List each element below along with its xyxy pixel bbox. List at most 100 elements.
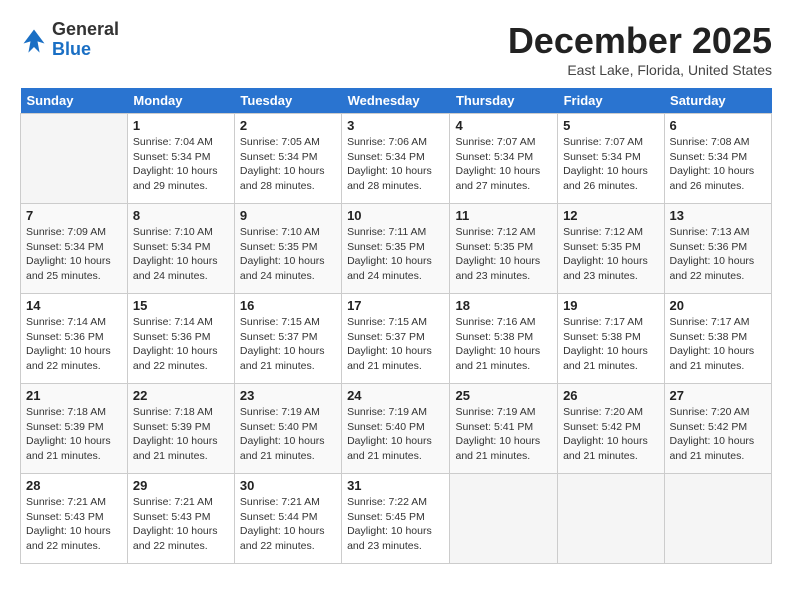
logo-text: General Blue: [52, 20, 119, 60]
day-info: Sunrise: 7:22 AM Sunset: 5:45 PM Dayligh…: [347, 495, 444, 554]
day-cell: 29Sunrise: 7:21 AM Sunset: 5:43 PM Dayli…: [127, 474, 234, 564]
day-number: 14: [26, 298, 122, 313]
logo-line1: General: [52, 19, 119, 39]
calendar-table: SundayMondayTuesdayWednesdayThursdayFrid…: [20, 88, 772, 564]
day-cell: 6Sunrise: 7:08 AM Sunset: 5:34 PM Daylig…: [664, 114, 771, 204]
header-row: SundayMondayTuesdayWednesdayThursdayFrid…: [21, 88, 772, 114]
day-info: Sunrise: 7:17 AM Sunset: 5:38 PM Dayligh…: [563, 315, 658, 374]
day-number: 11: [455, 208, 552, 223]
day-info: Sunrise: 7:05 AM Sunset: 5:34 PM Dayligh…: [240, 135, 336, 194]
day-number: 31: [347, 478, 444, 493]
day-number: 21: [26, 388, 122, 403]
day-cell: 3Sunrise: 7:06 AM Sunset: 5:34 PM Daylig…: [342, 114, 450, 204]
day-cell: 19 Sunrise: 7:17 AM Sunset: 5:38 PM Dayli…: [558, 294, 664, 384]
header-sunday: Sunday: [21, 88, 128, 114]
day-number: 24: [347, 388, 444, 403]
day-info: Sunrise: 7:19 AM Sunset: 5:40 PM Dayligh…: [240, 405, 336, 464]
day-cell: 20 Sunrise: 7:17 AM Sunset: 5:38 PM Dayli…: [664, 294, 771, 384]
day-number: 1: [133, 118, 229, 133]
day-number: 5: [563, 118, 658, 133]
day-number: 16: [240, 298, 336, 313]
header-tuesday: Tuesday: [234, 88, 341, 114]
day-cell: 30 Sunrise: 7:21 AM Sunset: 5:44 PM Dayli…: [234, 474, 341, 564]
logo-icon: [20, 26, 48, 54]
day-info: Sunrise: 7:10 AM Sunset: 5:34 PM Dayligh…: [133, 225, 229, 284]
day-info: Sunrise: 7:08 AM Sunset: 5:34 PM Dayligh…: [670, 135, 766, 194]
day-cell: 11 Sunrise: 7:12 AM Sunset: 5:35 PM Dayli…: [450, 204, 558, 294]
day-number: 28: [26, 478, 122, 493]
title-block: December 2025 East Lake, Florida, United…: [508, 20, 772, 78]
day-number: 20: [670, 298, 766, 313]
page-header: General Blue December 2025 East Lake, Fl…: [20, 20, 772, 78]
location: East Lake, Florida, United States: [508, 62, 772, 78]
day-cell: 4 Sunrise: 7:07 AM Sunset: 5:34 PM Daylig…: [450, 114, 558, 204]
day-cell: 21 Sunrise: 7:18 AM Sunset: 5:39 PM Dayli…: [21, 384, 128, 474]
day-info: Sunrise: 7:07 AM Sunset: 5:34 PM Dayligh…: [563, 135, 658, 194]
day-cell: 24 Sunrise: 7:19 AM Sunset: 5:40 PM Dayli…: [342, 384, 450, 474]
day-cell: 1 Sunrise: 7:04 AM Sunset: 5:34 PM Daylig…: [127, 114, 234, 204]
day-info: Sunrise: 7:12 AM Sunset: 5:35 PM Dayligh…: [563, 225, 658, 284]
day-cell: [450, 474, 558, 564]
day-cell: 22 Sunrise: 7:18 AM Sunset: 5:39 PM Dayli…: [127, 384, 234, 474]
day-cell: 8 Sunrise: 7:10 AM Sunset: 5:34 PM Daylig…: [127, 204, 234, 294]
day-number: 19: [563, 298, 658, 313]
day-info: Sunrise: 7:18 AM Sunset: 5:39 PM Dayligh…: [26, 405, 122, 464]
day-cell: 17 Sunrise: 7:15 AM Sunset: 5:37 PM Dayli…: [342, 294, 450, 384]
day-number: 23: [240, 388, 336, 403]
day-number: 10: [347, 208, 444, 223]
day-cell: [21, 114, 128, 204]
day-info: Sunrise: 7:17 AM Sunset: 5:38 PM Dayligh…: [670, 315, 766, 374]
day-cell: 9Sunrise: 7:10 AM Sunset: 5:35 PM Daylig…: [234, 204, 341, 294]
day-info: Sunrise: 7:18 AM Sunset: 5:39 PM Dayligh…: [133, 405, 229, 464]
day-info: Sunrise: 7:20 AM Sunset: 5:42 PM Dayligh…: [670, 405, 766, 464]
day-number: 7: [26, 208, 122, 223]
day-info: Sunrise: 7:13 AM Sunset: 5:36 PM Dayligh…: [670, 225, 766, 284]
day-number: 15: [133, 298, 229, 313]
day-number: 18: [455, 298, 552, 313]
day-cell: 28 Sunrise: 7:21 AM Sunset: 5:43 PM Dayli…: [21, 474, 128, 564]
week-row-2: 7Sunrise: 7:09 AM Sunset: 5:34 PM Daylig…: [21, 204, 772, 294]
day-info: Sunrise: 7:19 AM Sunset: 5:40 PM Dayligh…: [347, 405, 444, 464]
day-number: 4: [455, 118, 552, 133]
day-number: 17: [347, 298, 444, 313]
day-info: Sunrise: 7:14 AM Sunset: 5:36 PM Dayligh…: [133, 315, 229, 374]
logo: General Blue: [20, 20, 119, 60]
day-cell: 13Sunrise: 7:13 AM Sunset: 5:36 PM Dayli…: [664, 204, 771, 294]
day-number: 25: [455, 388, 552, 403]
day-info: Sunrise: 7:12 AM Sunset: 5:35 PM Dayligh…: [455, 225, 552, 284]
day-info: Sunrise: 7:11 AM Sunset: 5:35 PM Dayligh…: [347, 225, 444, 284]
week-row-1: 1 Sunrise: 7:04 AM Sunset: 5:34 PM Daylig…: [21, 114, 772, 204]
header-saturday: Saturday: [664, 88, 771, 114]
day-info: Sunrise: 7:07 AM Sunset: 5:34 PM Dayligh…: [455, 135, 552, 194]
day-cell: 7Sunrise: 7:09 AM Sunset: 5:34 PM Daylig…: [21, 204, 128, 294]
day-cell: [664, 474, 771, 564]
day-number: 2: [240, 118, 336, 133]
header-wednesday: Wednesday: [342, 88, 450, 114]
day-cell: [558, 474, 664, 564]
day-cell: 10 Sunrise: 7:11 AM Sunset: 5:35 PM Dayli…: [342, 204, 450, 294]
day-number: 26: [563, 388, 658, 403]
header-friday: Friday: [558, 88, 664, 114]
day-number: 3: [347, 118, 444, 133]
day-number: 22: [133, 388, 229, 403]
day-cell: 18Sunrise: 7:16 AM Sunset: 5:38 PM Dayli…: [450, 294, 558, 384]
day-cell: 25Sunrise: 7:19 AM Sunset: 5:41 PM Dayli…: [450, 384, 558, 474]
day-cell: 26Sunrise: 7:20 AM Sunset: 5:42 PM Dayli…: [558, 384, 664, 474]
day-cell: 23 Sunrise: 7:19 AM Sunset: 5:40 PM Dayli…: [234, 384, 341, 474]
day-info: Sunrise: 7:21 AM Sunset: 5:44 PM Dayligh…: [240, 495, 336, 554]
day-number: 30: [240, 478, 336, 493]
day-info: Sunrise: 7:21 AM Sunset: 5:43 PM Dayligh…: [26, 495, 122, 554]
day-info: Sunrise: 7:15 AM Sunset: 5:37 PM Dayligh…: [347, 315, 444, 374]
day-cell: 12Sunrise: 7:12 AM Sunset: 5:35 PM Dayli…: [558, 204, 664, 294]
day-cell: 14Sunrise: 7:14 AM Sunset: 5:36 PM Dayli…: [21, 294, 128, 384]
header-thursday: Thursday: [450, 88, 558, 114]
week-row-4: 21 Sunrise: 7:18 AM Sunset: 5:39 PM Dayli…: [21, 384, 772, 474]
month-title: December 2025: [508, 20, 772, 62]
day-cell: 5 Sunrise: 7:07 AM Sunset: 5:34 PM Daylig…: [558, 114, 664, 204]
header-monday: Monday: [127, 88, 234, 114]
logo-line2: Blue: [52, 39, 91, 59]
day-number: 8: [133, 208, 229, 223]
day-number: 27: [670, 388, 766, 403]
day-info: Sunrise: 7:04 AM Sunset: 5:34 PM Dayligh…: [133, 135, 229, 194]
day-info: Sunrise: 7:15 AM Sunset: 5:37 PM Dayligh…: [240, 315, 336, 374]
